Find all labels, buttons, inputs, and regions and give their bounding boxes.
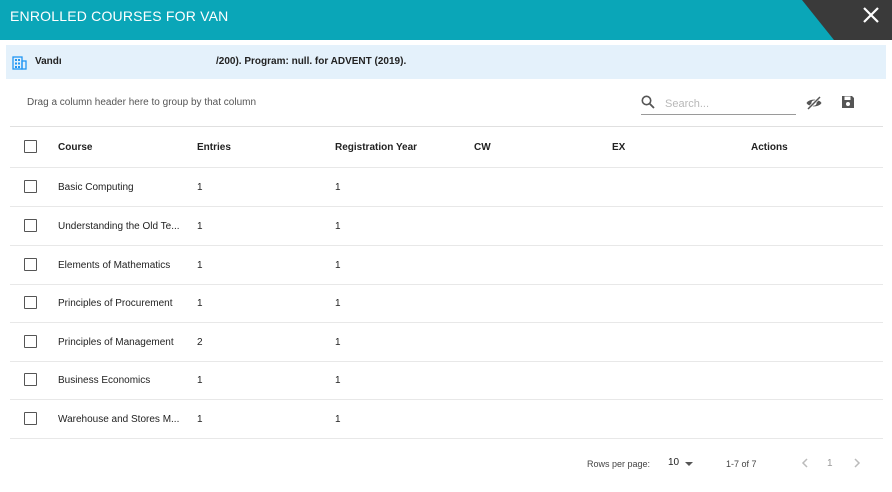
entries-cell: 1 [197,375,203,386]
course-cell: Basic Computing [58,182,134,193]
course-cell: Understanding the Old Te... [58,221,180,232]
entries-cell: 1 [197,260,203,271]
table-row[interactable]: Principles of Procurement 1 1 [10,284,883,323]
building-icon [12,56,27,70]
table-row[interactable]: Elements of Mathematics 1 1 [10,246,883,285]
entries-cell: 2 [197,337,203,348]
previous-page-button[interactable] [798,456,812,470]
row-checkbox[interactable] [24,373,37,386]
table-row[interactable]: Basic Computing 1 1 [10,168,883,207]
rows-per-page-select[interactable]: 10 [668,457,679,468]
table-row[interactable]: Business Economics 1 1 [10,361,883,400]
student-name: Vandı [35,56,62,67]
dialog-titlebar: ENROLLED COURSES FOR VAN [0,0,892,40]
table-header-row: Course Entries Registration Year CW EX A… [10,127,883,168]
search-icon [641,95,655,109]
program-details: /200). Program: null. for ADVENT (2019). [216,56,407,67]
course-cell: Business Economics [58,375,151,386]
course-cell: Principles of Management [58,337,174,348]
close-icon [863,7,879,23]
student-info-bar: Vandı /200). Program: null. for ADVENT (… [6,45,886,79]
column-header-entries[interactable]: Entries [197,142,231,153]
row-checkbox[interactable] [24,412,37,425]
select-all-checkbox[interactable] [24,140,37,153]
entries-cell: 1 [197,182,203,193]
dialog-title: ENROLLED COURSES FOR VAN [10,8,229,24]
column-header-cw[interactable]: CW [474,142,491,153]
course-cell: Principles of Procurement [58,298,173,309]
row-checkbox[interactable] [24,180,37,193]
column-header-registration-year[interactable]: Registration Year [335,142,417,153]
registration-year-cell: 1 [335,221,341,232]
next-page-button[interactable] [850,456,864,470]
column-header-course[interactable]: Course [58,142,183,153]
registration-year-cell: 1 [335,260,341,271]
registration-year-cell: 1 [335,298,341,309]
entries-cell: 1 [197,298,203,309]
search-input[interactable] [663,95,795,113]
table-row[interactable]: Warehouse and Stores M... 1 1 [10,400,883,439]
column-header-actions[interactable]: Actions [751,142,788,153]
course-cell: Elements of Mathematics [58,260,171,271]
visibility-off-icon [806,95,822,111]
chevron-left-icon [801,458,808,468]
rows-per-page-label: Rows per page: [587,459,651,469]
pagination-range: 1-7 of 7 [726,459,757,469]
current-page: 1 [827,458,833,469]
caret-down-icon[interactable] [685,462,693,466]
save-button[interactable] [840,94,858,112]
registration-year-cell: 1 [335,337,341,348]
table-pagination: Rows per page: 10 1-7 of 7 1 [0,448,892,488]
row-checkbox[interactable] [24,296,37,309]
entries-cell: 1 [197,221,203,232]
course-cell: Warehouse and Stores M... [58,414,180,425]
row-checkbox[interactable] [24,219,37,232]
save-icon [842,96,854,108]
toggle-columns-button[interactable] [805,94,823,112]
table-row[interactable]: Principles of Management 2 1 [10,323,883,362]
close-button[interactable] [860,4,882,26]
entries-cell: 1 [197,414,203,425]
chevron-right-icon [854,458,861,468]
registration-year-cell: 1 [335,414,341,425]
registration-year-cell: 1 [335,375,341,386]
group-by-hint: Drag a column header here to group by th… [27,97,257,108]
table-row[interactable]: Understanding the Old Te... 1 1 [10,207,883,246]
column-header-ex[interactable]: EX [612,142,625,153]
row-checkbox[interactable] [24,335,37,348]
registration-year-cell: 1 [335,182,341,193]
search-box [641,92,796,115]
row-checkbox[interactable] [24,258,37,271]
